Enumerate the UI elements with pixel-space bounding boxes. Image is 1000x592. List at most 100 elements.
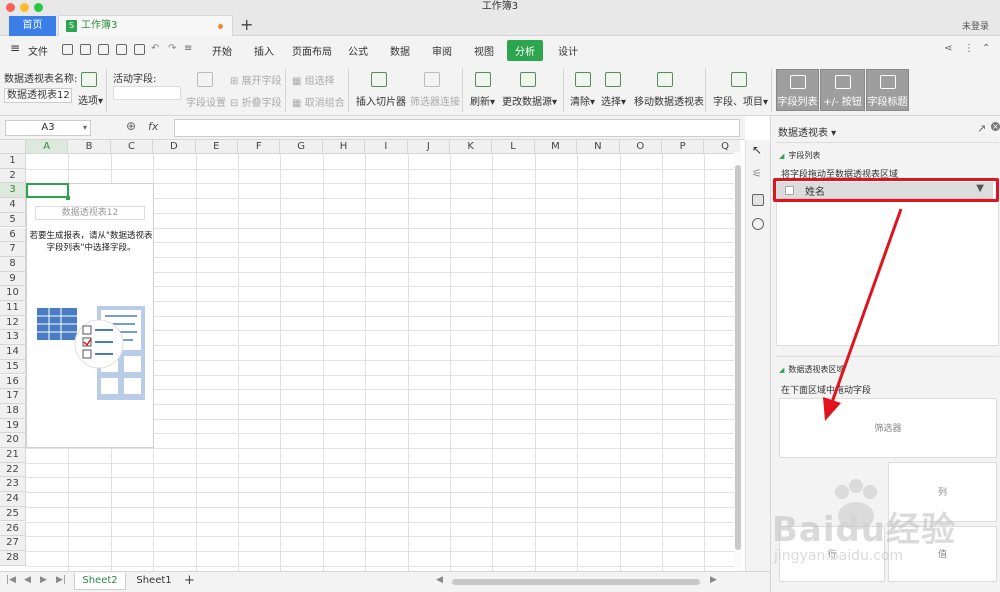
column-header-o[interactable]: O bbox=[619, 140, 662, 154]
pivot-table-placeholder[interactable]: 数据透视表12 若要生成报表，请从"数据透视表 字段列表"中选择字段。 bbox=[26, 183, 154, 448]
menu-data[interactable]: 数据 bbox=[390, 43, 410, 58]
menu-file[interactable]: 文件 bbox=[28, 43, 48, 58]
first-sheet-icon[interactable]: |◀ bbox=[6, 575, 16, 585]
row-header-28[interactable]: 28 bbox=[0, 550, 26, 566]
menu-view[interactable]: 视图 bbox=[474, 43, 494, 58]
properties-icon[interactable]: ⚟ bbox=[752, 168, 764, 180]
column-header-k[interactable]: K bbox=[450, 140, 493, 154]
hamburger-icon[interactable]: ≡ bbox=[10, 41, 20, 55]
cursor-icon[interactable]: ↖ bbox=[752, 144, 764, 156]
row-header-3[interactable]: 3 bbox=[0, 183, 26, 199]
column-header-e[interactable]: E bbox=[195, 140, 238, 154]
filter-connect-button[interactable]: 筛选器连接 bbox=[410, 93, 460, 108]
options-icon[interactable] bbox=[81, 72, 97, 87]
row-zone[interactable]: 行 bbox=[779, 526, 885, 582]
row-header-5[interactable]: 5 bbox=[0, 212, 26, 228]
column-header-g[interactable]: G bbox=[280, 140, 323, 154]
row-header-9[interactable]: 9 bbox=[0, 271, 26, 287]
row-header-1[interactable]: 1 bbox=[0, 154, 26, 169]
row-header-27[interactable]: 27 bbox=[0, 536, 26, 551]
column-header-b[interactable]: B bbox=[68, 140, 111, 154]
panel-expand-icon[interactable]: ↗ bbox=[977, 122, 986, 135]
row-header-11[interactable]: 11 bbox=[0, 301, 26, 316]
column-header-j[interactable]: J bbox=[407, 140, 450, 154]
clear-button[interactable]: 清除▾ bbox=[570, 93, 595, 108]
sheet-tab-sheet1[interactable]: Sheet1 bbox=[130, 573, 178, 590]
active-field-input[interactable] bbox=[113, 86, 181, 100]
horizontal-scroll-thumb[interactable] bbox=[452, 579, 700, 585]
row-header-8[interactable]: 8 bbox=[0, 256, 26, 272]
clear-icon[interactable] bbox=[575, 72, 591, 87]
selected-cell-a3[interactable] bbox=[26, 183, 69, 198]
column-header-l[interactable]: L bbox=[492, 140, 535, 154]
formula-input[interactable] bbox=[174, 119, 740, 137]
print-preview-icon[interactable] bbox=[134, 44, 145, 55]
row-header-24[interactable]: 24 bbox=[0, 492, 26, 507]
select-icon[interactable] bbox=[605, 72, 621, 87]
login-status[interactable]: 未登录 bbox=[962, 19, 989, 32]
close-window-icon[interactable] bbox=[6, 3, 15, 12]
hscroll-left-icon[interactable]: ◀ bbox=[436, 575, 443, 585]
refresh-icon[interactable] bbox=[475, 72, 491, 87]
plus-minus-toggle[interactable]: +/- 按钮 bbox=[820, 69, 865, 111]
minimize-window-icon[interactable] bbox=[20, 3, 29, 12]
collapse-ribbon-icon[interactable]: ⌃ bbox=[982, 43, 990, 54]
row-header-25[interactable]: 25 bbox=[0, 506, 26, 522]
panel-title[interactable]: 数据透视表 ▾ bbox=[778, 124, 836, 139]
row-header-10[interactable]: 10 bbox=[0, 286, 26, 301]
row-header-26[interactable]: 26 bbox=[0, 521, 26, 537]
name-box[interactable]: A3 ▾ bbox=[5, 120, 91, 136]
more-options-icon[interactable]: ⋮ bbox=[964, 43, 974, 54]
tab-home[interactable]: 首页 bbox=[9, 16, 56, 36]
move-pivot-button[interactable]: 移动数据透视表 bbox=[634, 93, 704, 108]
field-headers-toggle[interactable]: 字段标题 bbox=[866, 69, 909, 111]
row-header-16[interactable]: 16 bbox=[0, 374, 26, 390]
fill-handle[interactable] bbox=[66, 196, 70, 200]
redo-icon[interactable]: ↷ bbox=[168, 43, 176, 54]
field-list-section[interactable]: 字段列表 bbox=[779, 150, 820, 161]
field-settings-button[interactable]: 字段设置 bbox=[186, 94, 226, 109]
row-header-23[interactable]: 23 bbox=[0, 477, 26, 493]
save-icon[interactable] bbox=[80, 44, 91, 55]
field-list-toggle[interactable]: 字段列表 bbox=[776, 69, 819, 111]
tab-workbook[interactable]: S 工作簿3 bbox=[58, 15, 233, 36]
collapse-field-button[interactable]: ⊟ 折叠字段 bbox=[230, 94, 282, 109]
change-source-icon[interactable] bbox=[520, 72, 536, 87]
undo-icon[interactable]: ↶ bbox=[151, 43, 159, 54]
next-sheet-icon[interactable]: ▶ bbox=[40, 575, 47, 585]
column-header-n[interactable]: N bbox=[577, 140, 620, 154]
row-header-4[interactable]: 4 bbox=[0, 198, 26, 213]
open-folder-icon[interactable] bbox=[62, 44, 73, 55]
fields-items-button[interactable]: 字段、项目▾ bbox=[713, 93, 768, 108]
zoom-search-icon[interactable]: ⊕ bbox=[126, 119, 136, 133]
column-header-a[interactable]: A bbox=[26, 140, 69, 154]
row-header-22[interactable]: 22 bbox=[0, 462, 26, 478]
refresh-button[interactable]: 刷新▾ bbox=[470, 93, 495, 108]
row-header-14[interactable]: 14 bbox=[0, 345, 26, 360]
row-header-13[interactable]: 13 bbox=[0, 330, 26, 346]
row-header-19[interactable]: 19 bbox=[0, 418, 26, 434]
menu-insert[interactable]: 插入 bbox=[254, 43, 274, 58]
print-icon[interactable] bbox=[116, 44, 127, 55]
new-tab-button[interactable]: + bbox=[240, 15, 253, 34]
options-button[interactable]: 选项▾ bbox=[78, 92, 103, 107]
menu-analyze[interactable]: 分析 bbox=[507, 40, 543, 61]
share-icon[interactable]: ⋖ bbox=[944, 43, 952, 54]
value-zone[interactable]: 值 bbox=[888, 526, 997, 582]
group-select-button[interactable]: ▦ 组选择 bbox=[292, 72, 335, 87]
menu-design[interactable]: 设计 bbox=[558, 43, 578, 58]
row-header-6[interactable]: 6 bbox=[0, 227, 26, 243]
hscroll-right-icon[interactable]: ▶ bbox=[710, 575, 717, 585]
vertical-scroll-thumb[interactable] bbox=[735, 165, 741, 550]
pivot-panel-icon[interactable] bbox=[752, 194, 764, 206]
select-button[interactable]: 选择▾ bbox=[601, 93, 626, 108]
row-header-12[interactable]: 12 bbox=[0, 315, 26, 331]
pivot-name-input[interactable]: 数据透视表12 bbox=[4, 88, 72, 103]
change-source-button[interactable]: 更改数据源▾ bbox=[502, 93, 557, 108]
row-header-18[interactable]: 18 bbox=[0, 403, 26, 419]
fx-icon[interactable]: fx bbox=[148, 120, 158, 133]
row-header-2[interactable]: 2 bbox=[0, 168, 26, 184]
more-quick-icon[interactable]: ≡ bbox=[184, 43, 192, 54]
column-header-p[interactable]: P bbox=[662, 140, 705, 154]
menu-page-layout[interactable]: 页面布局 bbox=[292, 43, 332, 58]
